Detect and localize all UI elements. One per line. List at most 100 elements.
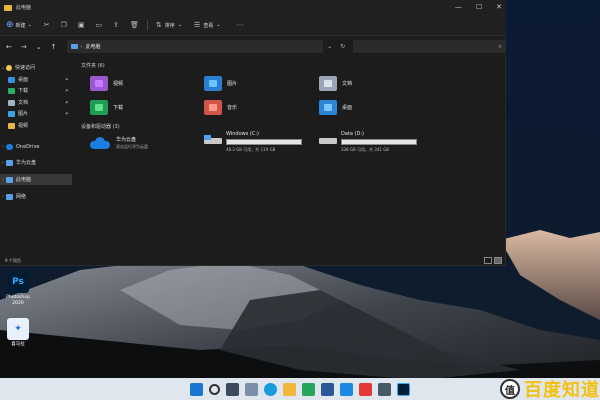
drive-free-space: 338 GB 可用，共 341 GB — [341, 147, 390, 152]
folder-label: 桌面 — [342, 104, 353, 111]
minimize-button[interactable]: — — [455, 0, 462, 15]
sort-button[interactable]: ⇅ 排序 ⌄ — [156, 21, 182, 29]
address-input[interactable]: › 此电脑 — [66, 40, 324, 53]
cut-icon[interactable]: ✂ — [44, 21, 50, 29]
network-location-huawei-cloud[interactable]: 华为云盘 双击运行华为云盘 — [90, 136, 148, 150]
clipboard-actions: ✂ ❐ ▣ ▭ ⇪ 🗑 — [44, 21, 139, 29]
folder-label: 文档 — [342, 80, 353, 87]
sidebar-item-onedrive[interactable]: › OneDrive — [0, 141, 72, 152]
search-icon[interactable] — [209, 383, 220, 395]
refresh-icon[interactable]: ↻ — [340, 43, 345, 50]
chevron-down-icon: ⌄ — [177, 22, 183, 28]
sidebar-item-documents[interactable]: 文档 ✦ — [0, 97, 72, 108]
sidebar-item-quick-access[interactable]: ⌄ 快速访问 — [0, 62, 72, 73]
desktop-shortcut-photoshop[interactable]: Ps Photoshop 2020 — [0, 271, 36, 307]
folder-label: 视频 — [113, 80, 124, 87]
file-explorer-icon[interactable] — [283, 382, 296, 396]
folder-item-downloads[interactable]: 下载 — [90, 97, 200, 117]
view-toggle — [484, 257, 502, 264]
sort-icon: ⇅ — [155, 21, 162, 29]
view-icon: ☰ — [194, 21, 201, 29]
forward-arrow-icon[interactable]: → — [21, 43, 27, 51]
drives-section-title[interactable]: 设备和驱动器 (3) — [81, 123, 120, 130]
drive-name: Windows (C:) — [226, 131, 259, 137]
sidebar-item-network[interactable]: › 网络 — [0, 191, 72, 202]
folder-item-videos[interactable]: 视频 — [90, 73, 200, 93]
folder-label: 图片 — [227, 80, 238, 87]
content-pane: 文件夹 (6) 视频 图片 文档 下载 音乐 桌面 设备和驱动器 (3) 华为云… — [76, 57, 506, 252]
more-options-icon[interactable]: ⋯ — [237, 21, 244, 29]
chevron-down-icon[interactable]: ⌄ — [327, 43, 332, 50]
drive-item-d[interactable]: Data (D:) 338 GB 可用，共 341 GB — [319, 131, 431, 153]
search-input[interactable]: ⌕ — [353, 40, 506, 53]
pin-icon: ✦ — [64, 99, 69, 106]
drive-usage-bar — [226, 139, 302, 145]
sidebar-item-downloads[interactable]: 下载 ✦ — [0, 85, 72, 96]
share-icon[interactable]: ⇪ — [113, 21, 119, 29]
view-label: 查看 — [203, 22, 214, 29]
app-icon[interactable] — [359, 382, 372, 396]
sidebar-item-this-pc[interactable]: › 此电脑 — [0, 174, 72, 185]
app-icon[interactable] — [340, 382, 353, 396]
maximize-button[interactable]: ☐ — [476, 0, 482, 15]
sidebar-item-huawei-cloud[interactable]: › 华为云盘 — [0, 157, 72, 168]
taskbar-apps — [190, 382, 410, 396]
delete-icon[interactable]: 🗑 — [130, 21, 139, 29]
app-icon[interactable] — [378, 382, 391, 396]
search-icon: ⌕ — [498, 42, 502, 50]
window-controls: — ☐ ✕ — [455, 0, 502, 15]
download-folder-icon — [90, 99, 108, 115]
large-icons-view-icon[interactable] — [494, 257, 502, 264]
edge-icon[interactable] — [264, 382, 277, 396]
task-view-icon[interactable] — [226, 382, 239, 396]
drive-item-c[interactable]: Windows (C:) 48.2 GB 可用，共 119 GB — [204, 131, 316, 153]
pin-icon: ✦ — [64, 110, 69, 117]
star-icon — [6, 64, 12, 71]
sidebar-item-pictures[interactable]: 图片 ✦ — [0, 108, 72, 119]
close-button[interactable]: ✕ — [496, 0, 502, 15]
chevron-down-icon: ⌄ — [27, 22, 32, 28]
sidebar-item-videos[interactable]: 视频 — [0, 120, 72, 131]
widgets-icon[interactable] — [245, 382, 258, 396]
folder-icon — [8, 122, 15, 129]
recent-chevron-icon[interactable]: ⌄ — [36, 43, 42, 51]
music-folder-icon — [204, 99, 222, 115]
folder-item-music[interactable]: 音乐 — [204, 97, 314, 117]
word-icon[interactable] — [321, 382, 334, 396]
photoshop-icon: Ps — [7, 271, 29, 293]
new-button[interactable]: ⊕ 新建 ⌄ — [6, 20, 32, 30]
taskbar: 值 百度知道 — [0, 378, 600, 400]
desktop-shortcut-ximalaya[interactable]: ✦ 喜马拉 — [0, 318, 36, 348]
watermark-badge: 值 — [500, 379, 520, 399]
folder-item-pictures[interactable]: 图片 — [204, 73, 314, 93]
copy-icon[interactable]: ❐ — [61, 21, 67, 29]
title-bar[interactable]: 此电脑 — ☐ ✕ — [0, 0, 506, 15]
network-icon — [6, 193, 13, 200]
details-view-icon[interactable] — [484, 257, 492, 264]
wechat-icon[interactable] — [302, 382, 315, 396]
folders-section-title[interactable]: 文件夹 (6) — [81, 62, 105, 69]
picture-folder-icon — [204, 75, 222, 91]
start-windows-icon[interactable] — [190, 382, 203, 396]
video-folder-icon — [90, 75, 108, 91]
network-location-description: 双击运行华为云盘 — [116, 144, 148, 149]
photoshop-icon[interactable] — [397, 382, 410, 396]
divider — [146, 20, 148, 30]
view-button[interactable]: ☰ 查看 ⌄ — [194, 21, 221, 29]
document-folder-icon — [319, 75, 337, 91]
cloud-icon — [90, 137, 110, 149]
sidebar-item-label: 下载 — [18, 88, 29, 94]
drive-icon — [319, 135, 337, 147]
sort-label: 排序 — [164, 22, 175, 29]
up-arrow-icon[interactable]: ↑ — [51, 43, 57, 51]
sidebar-item-desktop[interactable]: 桌面 ✦ — [0, 74, 72, 85]
sidebar-item-label: OneDrive — [16, 143, 40, 150]
drive-usage-bar — [341, 139, 417, 145]
back-arrow-icon[interactable]: ← — [6, 43, 12, 51]
folder-item-documents[interactable]: 文档 — [319, 73, 429, 93]
rename-icon[interactable]: ▭ — [96, 21, 103, 29]
folder-item-desktop[interactable]: 桌面 — [319, 97, 429, 117]
navigation-pane: ⌄ 快速访问 桌面 ✦ 下载 ✦ 文档 ✦ 图片 ✦ 视频 › OneDrive… — [0, 60, 72, 250]
computer-icon — [70, 44, 78, 49]
paste-icon[interactable]: ▣ — [78, 21, 85, 29]
